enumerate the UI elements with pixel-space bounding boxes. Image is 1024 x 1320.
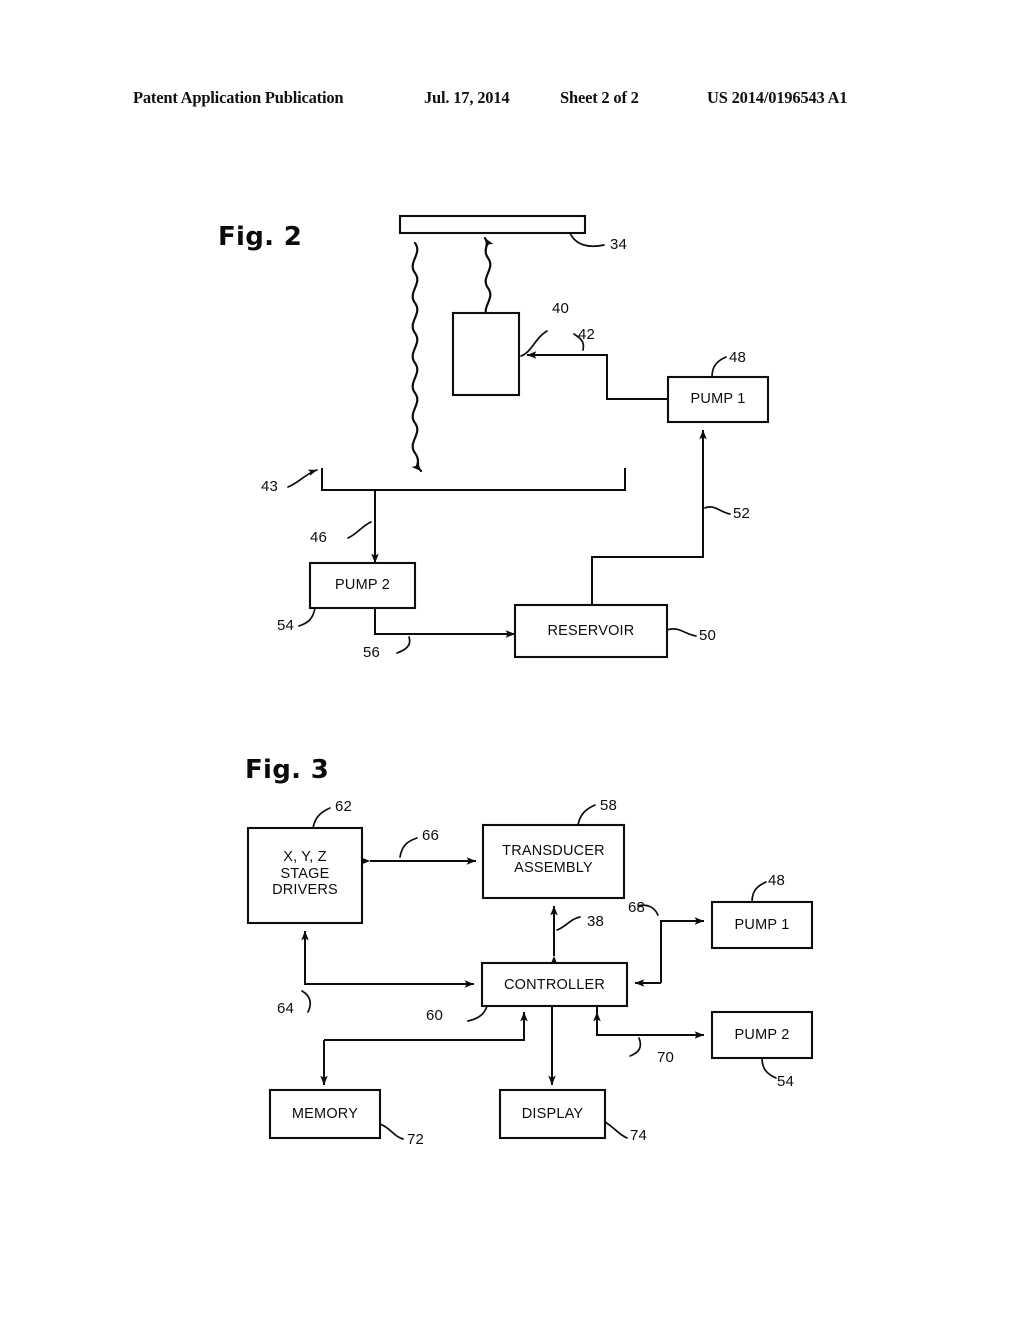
fig2-ref-46: 46 <box>310 529 328 546</box>
fig2-wave-up <box>483 236 494 320</box>
fig3-transducer-assembly-label: TRANSDUCER ASSEMBLY <box>502 843 605 876</box>
fig2-ref-43: 43 <box>261 478 279 495</box>
fig2-ref-54: 54 <box>277 617 295 634</box>
fig2-ref-34: 34 <box>610 236 628 253</box>
fig2-leader-54 <box>298 607 316 627</box>
fig2-line-52 <box>591 429 707 605</box>
fig3-leader-72 <box>379 1123 404 1140</box>
fig3-controller-label: CONTROLLER <box>503 977 606 993</box>
fig2-pump2-label: PUMP 2 <box>335 577 390 593</box>
fig2-leader-34 <box>569 232 605 248</box>
fig2-line-42 <box>526 351 668 400</box>
fig2-ref-40: 40 <box>552 300 570 317</box>
fig3-leader-58 <box>577 804 596 826</box>
fig3-ref-58: 58 <box>600 797 618 814</box>
fig3-leader-74 <box>604 1121 628 1139</box>
fig2-line-56 <box>374 608 516 638</box>
fig3-link-64 <box>304 931 475 988</box>
fig2-ref-42: 42 <box>578 326 596 343</box>
fig2-ref-48: 48 <box>729 349 747 366</box>
fig3-link-70 <box>596 1006 705 1039</box>
fig3-ref-38: 38 <box>587 913 605 930</box>
fig3-leader-38 <box>556 916 581 931</box>
fig3-leader-48 <box>751 881 767 903</box>
fig3-link-memory-run <box>324 1011 528 1041</box>
fig3-ref-64: 64 <box>277 1000 295 1017</box>
fig3-ref-60: 60 <box>426 1007 444 1024</box>
fig3-ref-72: 72 <box>407 1131 425 1148</box>
fig3-display-label: DISPLAY <box>521 1106 584 1122</box>
fig3-leader-64 <box>301 990 312 1013</box>
fig3-leader-60 <box>467 1005 488 1022</box>
fig3-link-68 <box>660 917 705 983</box>
fig3-stage-drivers-label: X, Y, Z STAGE DRIVERS <box>272 849 338 898</box>
fig3-leader-62 <box>312 807 331 829</box>
fig2-reservoir-label: RESERVOIR <box>547 623 635 639</box>
fig3-ref-66: 66 <box>422 827 440 844</box>
fig2-pump1-label: PUMP 1 <box>690 391 746 407</box>
fig3-ref-54: 54 <box>777 1073 795 1090</box>
fig3-ref-62: 62 <box>335 798 353 815</box>
fig2-transducer-40 <box>451 311 521 397</box>
fig2-leader-40 <box>520 330 548 357</box>
fig3-leader-66 <box>399 837 418 858</box>
fig3-ref-74: 74 <box>630 1127 648 1144</box>
fig2-ref-52: 52 <box>733 505 751 522</box>
fig3-pump2-label: PUMP 2 <box>734 1027 790 1043</box>
fig2-leader-43 <box>287 469 318 488</box>
fig3-ref-48: 48 <box>768 872 786 889</box>
fig3-leader-54 <box>761 1057 777 1079</box>
patent-drawing-sheet: Patent Application Publication Jul. 17, … <box>0 0 1024 1320</box>
fig2-leader-46 <box>347 521 372 539</box>
fig3-ref-70: 70 <box>657 1049 675 1066</box>
fig2-leader-56 <box>396 636 411 654</box>
fig3-pump1-label: PUMP 1 <box>734 917 790 933</box>
fig2-ref-56: 56 <box>363 644 381 661</box>
fig2-container-43 <box>321 468 626 491</box>
fig2-leader-48 <box>711 356 727 378</box>
fig2-leader-52 <box>704 506 731 515</box>
fig3-memory-label: MEMORY <box>291 1106 359 1122</box>
fig3-leader-70 <box>629 1037 642 1057</box>
fig2-ref-50: 50 <box>699 627 717 644</box>
fig2-wave-down <box>411 241 423 473</box>
fig3-ref-68: 68 <box>628 899 646 916</box>
fig2-leader-50 <box>666 628 697 637</box>
fig2-plate-34 <box>398 214 587 235</box>
